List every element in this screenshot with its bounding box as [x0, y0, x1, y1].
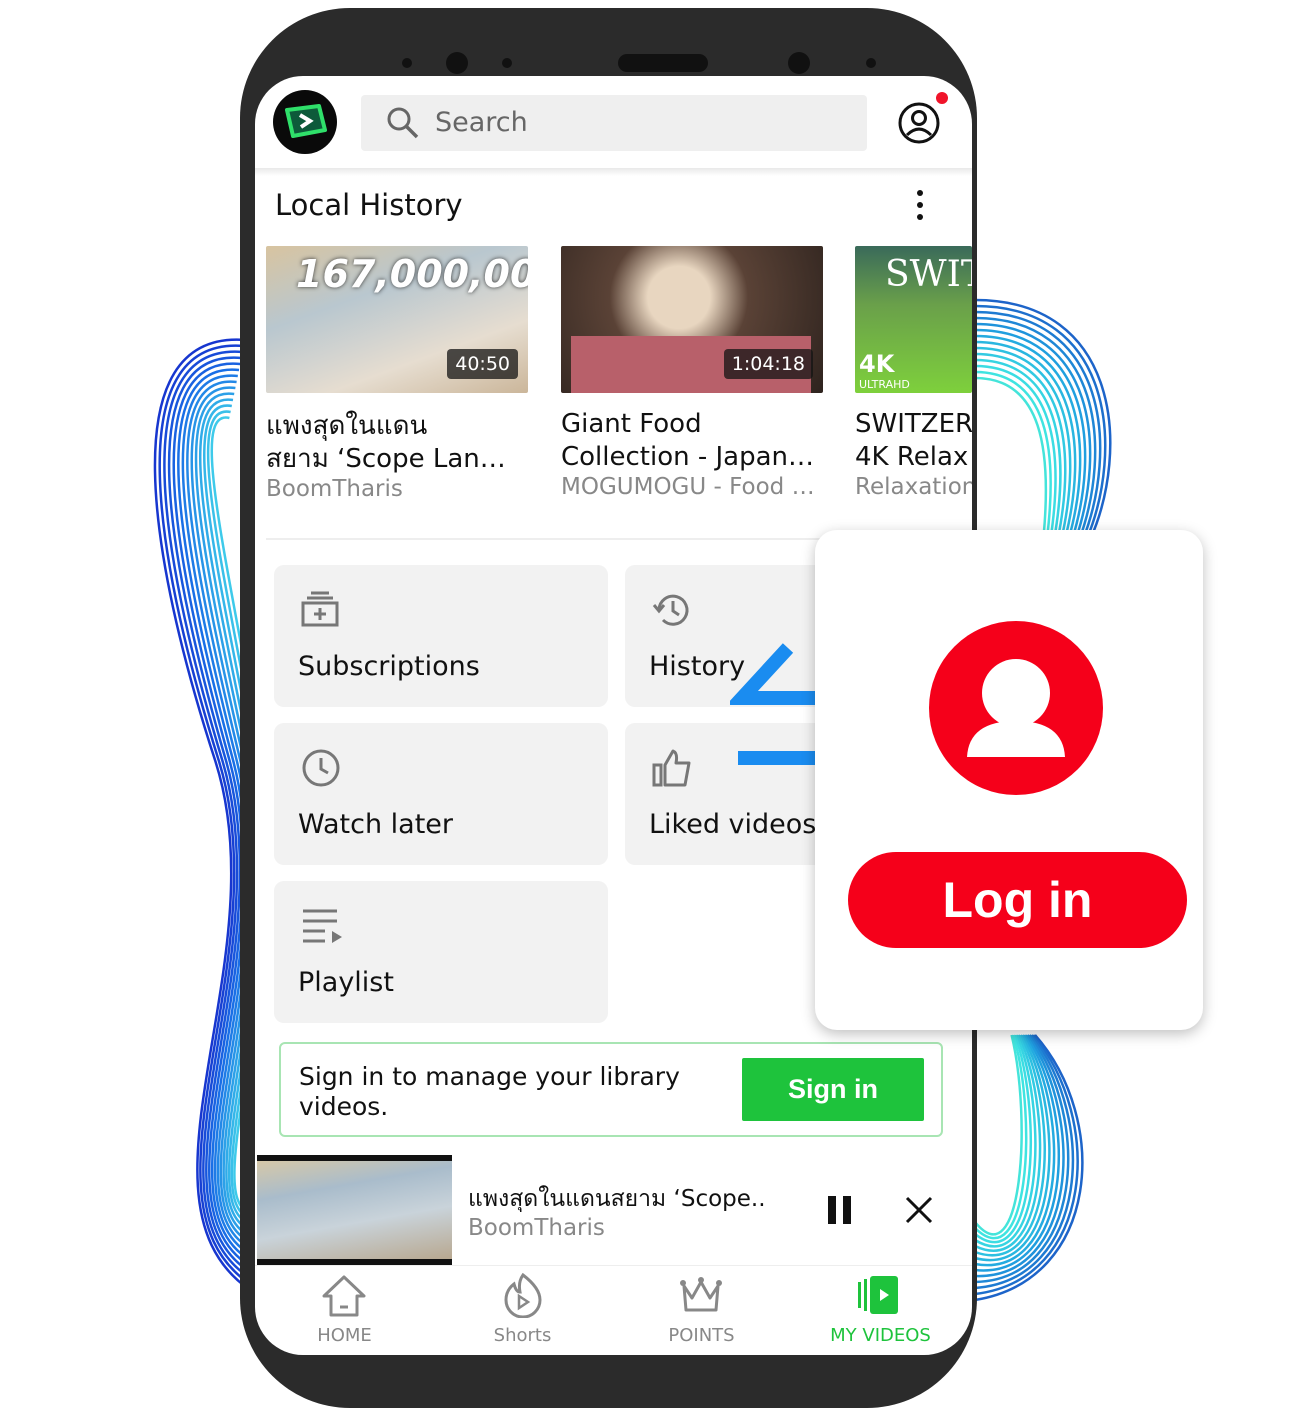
playlist-icon — [303, 909, 342, 943]
video-channel: Relaxation — [855, 474, 972, 500]
sensor-dot — [866, 58, 876, 68]
library-tile-subscriptions[interactable]: Subscriptions — [274, 565, 608, 707]
header-divider — [255, 168, 972, 176]
notification-dot — [936, 92, 948, 104]
signin-message: Sign in to manage your library videos. — [299, 1062, 680, 1121]
search-icon — [387, 107, 419, 139]
subscriptions-icon — [301, 591, 339, 627]
log-in-button[interactable]: Log in — [848, 852, 1187, 948]
nav-label: POINTS — [668, 1325, 735, 1346]
front-sensor — [788, 52, 810, 74]
video-title: 4K Relax — [855, 442, 969, 472]
speaker-grille — [618, 54, 708, 72]
nav-shorts[interactable]: Shorts — [433, 1266, 612, 1355]
home-icon — [322, 1275, 366, 1317]
video-title: SWITZER — [855, 409, 972, 439]
pause-icon[interactable] — [827, 1196, 853, 1224]
nav-label: MY VIDEOS — [830, 1325, 931, 1346]
crown-icon — [680, 1277, 722, 1312]
video-info[interactable]: SWITZER 4K Relax Relaxation — [855, 408, 972, 500]
mini-player-thumbnail — [257, 1155, 452, 1265]
signin-banner: Sign in to manage your library videos. S… — [279, 1042, 943, 1137]
video-title: สยาม ‘Scope Lan… — [266, 444, 506, 474]
my-videos-icon — [858, 1276, 898, 1314]
nav-my-videos[interactable]: MY VIDEOS — [791, 1266, 970, 1355]
search-input[interactable]: Search — [361, 95, 867, 151]
tile-label: Subscriptions — [298, 651, 480, 682]
thumbnail-overlay-text: 167,000,000 — [296, 252, 528, 296]
nav-label: Shorts — [493, 1325, 552, 1346]
shorts-flame-icon — [504, 1272, 542, 1318]
video-title: Giant Food — [561, 409, 702, 439]
video-thumbnail[interactable]: 1:04:18 — [561, 246, 823, 393]
video-thumbnail[interactable]: 167,000,000 40:50 — [266, 246, 528, 393]
sensor-dot — [502, 58, 512, 68]
video-title: แพงสุดในแดน — [266, 411, 428, 441]
clock-icon — [302, 749, 340, 787]
close-icon[interactable] — [905, 1196, 933, 1224]
nav-points[interactable]: POINTS — [612, 1266, 791, 1355]
app-logo[interactable] — [273, 90, 337, 154]
sign-in-button[interactable]: Sign in — [742, 1058, 924, 1121]
section-title: Local History — [275, 188, 463, 222]
video-duration: 40:50 — [447, 349, 518, 379]
history-icon — [652, 594, 689, 626]
mini-player-title: แพงสุดในแดนสยาม ‘Scope.. — [468, 1186, 766, 1212]
video-info[interactable]: Giant Food Collection - Japan… MOGUMOGU … — [561, 408, 823, 500]
library-tile-playlist[interactable]: Playlist — [274, 881, 608, 1023]
video-thumbnail[interactable]: SWIT 4K ULTRAHD — [855, 246, 972, 393]
video-info[interactable]: แพงสุดในแดน สยาม ‘Scope Lan… BoomTharis — [266, 410, 528, 502]
search-placeholder: Search — [435, 107, 528, 138]
sensor-dot — [402, 58, 412, 68]
4k-badge: 4K — [859, 350, 895, 378]
tile-label: Playlist — [298, 967, 394, 998]
mini-player[interactable]: แพงสุดในแดนสยาม ‘Scope.. BoomTharis — [255, 1155, 972, 1265]
ultrahd-badge: ULTRAHD — [859, 378, 910, 391]
video-duration: 1:04:18 — [723, 349, 813, 379]
mini-player-channel: BoomTharis — [468, 1215, 605, 1241]
video-channel: MOGUMOGU - Food … — [561, 474, 815, 500]
nav-home[interactable]: HOME — [255, 1266, 434, 1355]
nav-label: HOME — [317, 1325, 372, 1346]
user-avatar-icon — [929, 621, 1103, 795]
video-channel: BoomTharis — [266, 476, 403, 502]
bottom-nav: HOME Shorts POINTS MY VIDEOS — [255, 1265, 972, 1355]
front-camera — [446, 52, 468, 74]
thumbs-up-icon — [652, 749, 691, 787]
video-title: Collection - Japan… — [561, 442, 815, 472]
library-tile-watch-later[interactable]: Watch later — [274, 723, 608, 865]
tile-label: Watch later — [298, 809, 453, 840]
account-icon[interactable] — [897, 101, 941, 145]
thumbnail-overlay-text: SWIT — [885, 254, 972, 295]
login-card: Log in — [815, 530, 1203, 1030]
more-options-icon[interactable] — [913, 188, 927, 222]
